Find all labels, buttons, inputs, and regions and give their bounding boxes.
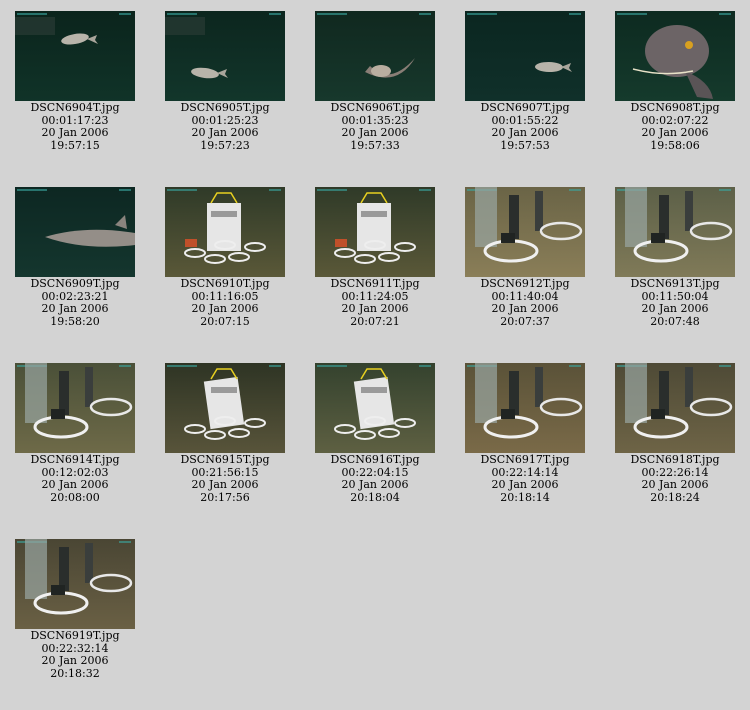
capture-time: 20:07:15 [200,314,250,328]
capture-time: 19:57:33 [350,138,400,152]
thumbnail-image[interactable] [615,363,735,453]
capture-date: 20 Jan 2006 [41,654,109,667]
thumbnail-item[interactable]: DSCN6912T.jpg 00:11:40:04 20 Jan 2006 20:07… [450,187,600,328]
thumbnail-image[interactable] [315,363,435,453]
capture-time: 20:07:21 [350,314,400,328]
thumbnail-caption: DSCN6918T.jpg 00:22:26:14 20 Jan 2006 20:18… [600,453,750,504]
thumbnail-image[interactable] [15,363,135,453]
thumbnail-caption: DSCN6905T.jpg 00:01:25:23 20 Jan 2006 19:57… [150,101,300,152]
file-name: DSCN6915T.jpg [180,453,270,466]
thumbnail-caption: DSCN6914T.jpg 00:12:02:03 20 Jan 2006 20:08… [0,453,150,504]
file-name: DSCN6913T.jpg [630,277,720,290]
thumbnail-item[interactable]: DSCN6905T.jpg 00:01:25:23 20 Jan 2006 19:57… [150,11,300,152]
thumbnail-image[interactable] [165,11,285,101]
capture-date: 20 Jan 2006 [491,478,559,491]
file-name: DSCN6909T.jpg [30,277,120,290]
capture-date: 20 Jan 2006 [41,302,109,315]
thumbnail-item[interactable]: DSCN6906T.jpg 00:01:35:23 20 Jan 2006 19:57… [300,11,450,152]
file-name: DSCN6911T.jpg [330,277,420,290]
capture-date: 20 Jan 2006 [191,126,259,139]
capture-time: 19:58:06 [650,138,700,152]
capture-date: 20 Jan 2006 [341,478,409,491]
capture-date: 20 Jan 2006 [641,478,709,491]
thumbnail-caption: DSCN6910T.jpg 00:11:16:05 20 Jan 2006 20:07… [150,277,300,328]
thumbnail-image[interactable] [315,11,435,101]
file-name: DSCN6906T.jpg [330,101,420,114]
thumbnail-caption: DSCN6919T.jpg 00:22:32:14 20 Jan 2006 20:18… [0,629,150,680]
thumbnail-item[interactable]: DSCN6911T.jpg 00:11:24:05 20 Jan 2006 20:07… [300,187,450,328]
thumbnail-caption: DSCN6913T.jpg 00:11:50:04 20 Jan 2006 20:07… [600,277,750,328]
file-name: DSCN6916T.jpg [330,453,420,466]
capture-time: 19:57:15 [50,138,100,152]
thumbnail-image[interactable] [315,187,435,277]
thumbnail-image[interactable] [165,363,285,453]
capture-date: 20 Jan 2006 [41,126,109,139]
capture-time: 19:57:23 [200,138,250,152]
thumbnail-image[interactable] [15,11,135,101]
file-name: DSCN6914T.jpg [30,453,120,466]
thumbnail-image[interactable] [15,539,135,629]
capture-time: 20:17:56 [200,490,250,504]
thumbnail-caption: DSCN6915T.jpg 00:21:56:15 20 Jan 2006 20:17… [150,453,300,504]
capture-time: 20:18:04 [350,490,400,504]
thumbnail-caption: DSCN6906T.jpg 00:01:35:23 20 Jan 2006 19:57… [300,101,450,152]
thumbnail-item[interactable]: DSCN6916T.jpg 00:22:04:15 20 Jan 2006 20:18… [300,363,450,504]
thumbnail-item[interactable]: DSCN6919T.jpg 00:22:32:14 20 Jan 2006 20:18… [0,539,150,680]
thumbnail-item[interactable]: DSCN6918T.jpg 00:22:26:14 20 Jan 2006 20:18… [600,363,750,504]
thumbnail-item[interactable]: DSCN6908T.jpg 00:02:07:22 20 Jan 2006 19:58… [600,11,750,152]
capture-time: 20:08:00 [50,490,100,504]
thumbnail-item[interactable]: DSCN6913T.jpg 00:11:50:04 20 Jan 2006 20:07… [600,187,750,328]
capture-time: 20:07:48 [650,314,700,328]
thumbnail-item[interactable]: DSCN6910T.jpg 00:11:16:05 20 Jan 2006 20:07… [150,187,300,328]
thumbnail-caption: DSCN6912T.jpg 00:11:40:04 20 Jan 2006 20:07… [450,277,600,328]
thumbnail-image[interactable] [615,11,735,101]
thumbnail-caption: DSCN6916T.jpg 00:22:04:15 20 Jan 2006 20:18… [300,453,450,504]
file-name: DSCN6904T.jpg [30,101,120,114]
thumbnail-caption: DSCN6908T.jpg 00:02:07:22 20 Jan 2006 19:58… [600,101,750,152]
file-name: DSCN6918T.jpg [630,453,720,466]
capture-time: 20:07:37 [500,314,550,328]
capture-date: 20 Jan 2006 [491,126,559,139]
capture-time: 20:18:32 [50,666,100,680]
thumbnail-image[interactable] [615,187,735,277]
file-name: DSCN6917T.jpg [480,453,570,466]
thumbnail-caption: DSCN6917T.jpg 00:22:14:14 20 Jan 2006 20:18… [450,453,600,504]
thumbnail-item[interactable]: DSCN6914T.jpg 00:12:02:03 20 Jan 2006 20:08… [0,363,150,504]
file-name: DSCN6905T.jpg [180,101,270,114]
thumbnail-item[interactable]: DSCN6909T.jpg 00:02:23:21 20 Jan 2006 19:58… [0,187,150,328]
capture-date: 20 Jan 2006 [641,302,709,315]
file-name: DSCN6908T.jpg [630,101,720,114]
capture-time: 20:18:24 [650,490,700,504]
thumbnail-image[interactable] [165,187,285,277]
capture-date: 20 Jan 2006 [341,302,409,315]
capture-time: 20:18:14 [500,490,550,504]
capture-date: 20 Jan 2006 [641,126,709,139]
capture-date: 20 Jan 2006 [41,478,109,491]
capture-date: 20 Jan 2006 [491,302,559,315]
file-name: DSCN6907T.jpg [480,101,570,114]
capture-date: 20 Jan 2006 [191,478,259,491]
thumbnail-grid: DSCN6904T.jpg 00:01:17:23 20 Jan 2006 19:57… [0,0,750,710]
thumbnail-caption: DSCN6911T.jpg 00:11:24:05 20 Jan 2006 20:07… [300,277,450,328]
thumbnail-item[interactable]: DSCN6915T.jpg 00:21:56:15 20 Jan 2006 20:17… [150,363,300,504]
thumbnail-caption: DSCN6909T.jpg 00:02:23:21 20 Jan 2006 19:58… [0,277,150,328]
file-name: DSCN6912T.jpg [480,277,570,290]
capture-time: 19:57:53 [500,138,550,152]
thumbnail-item[interactable]: DSCN6917T.jpg 00:22:14:14 20 Jan 2006 20:18… [450,363,600,504]
capture-date: 20 Jan 2006 [341,126,409,139]
file-name: DSCN6919T.jpg [30,629,120,642]
thumbnail-image[interactable] [15,187,135,277]
thumbnail-item[interactable]: DSCN6904T.jpg 00:01:17:23 20 Jan 2006 19:57… [0,11,150,152]
thumbnail-image[interactable] [465,187,585,277]
thumbnail-image[interactable] [465,363,585,453]
capture-time: 19:58:20 [50,314,100,328]
thumbnail-item[interactable]: DSCN6907T.jpg 00:01:55:22 20 Jan 2006 19:57… [450,11,600,152]
thumbnail-caption: DSCN6904T.jpg 00:01:17:23 20 Jan 2006 19:57… [0,101,150,152]
thumbnail-caption: DSCN6907T.jpg 00:01:55:22 20 Jan 2006 19:57… [450,101,600,152]
thumbnail-image[interactable] [465,11,585,101]
capture-date: 20 Jan 2006 [191,302,259,315]
file-name: DSCN6910T.jpg [180,277,270,290]
